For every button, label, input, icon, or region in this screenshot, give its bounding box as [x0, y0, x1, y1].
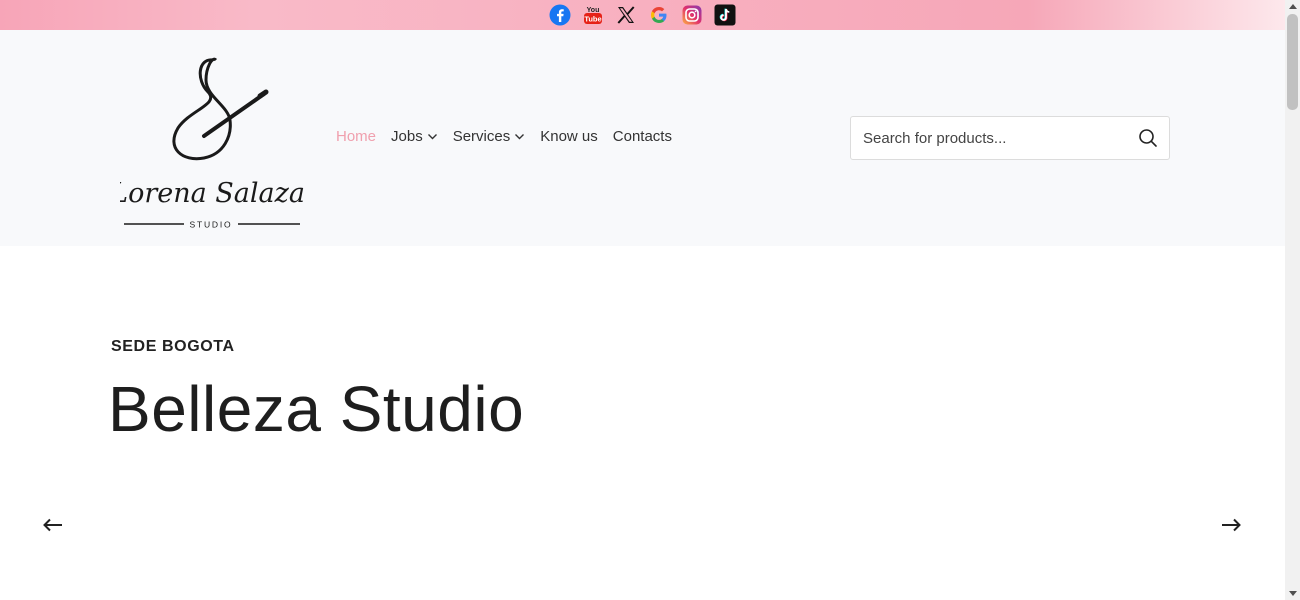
hero-eyebrow: SEDE BOGOTA — [111, 338, 235, 355]
x-icon[interactable] — [615, 4, 638, 27]
scroll-thumb[interactable] — [1287, 14, 1298, 110]
page-scrollbar[interactable] — [1285, 0, 1300, 600]
svg-text:You: You — [587, 7, 600, 14]
nav-home[interactable]: Home — [336, 128, 376, 145]
nav-services[interactable]: Services — [453, 128, 526, 145]
slider-prev-arrow-icon[interactable] — [42, 514, 64, 536]
nav-home-label: Home — [336, 128, 377, 145]
nav-contacts[interactable]: Contacts — [613, 128, 672, 145]
search-icon[interactable] — [1137, 127, 1159, 149]
nav-know-us[interactable]: Know us — [540, 128, 598, 145]
scroll-down-arrow-icon[interactable] — [1289, 591, 1297, 596]
nav-jobs-label: Jobs — [391, 128, 423, 145]
brand-logo[interactable]: Lorena Salazar STUDIO — [109, 50, 320, 236]
svg-text:Tube: Tube — [584, 15, 601, 24]
facebook-icon[interactable] — [549, 4, 572, 27]
nav-know-us-label: Know us — [540, 128, 598, 145]
logo-script-text: Lorena Salazar — [120, 178, 305, 209]
youtube-icon[interactable]: You Tube — [582, 4, 605, 27]
chevron-down-icon — [515, 134, 525, 140]
tiktok-icon[interactable] — [714, 4, 737, 27]
logo-sub-text: STUDIO — [190, 220, 233, 230]
nav-services-label: Services — [452, 128, 511, 145]
nav-jobs[interactable]: Jobs — [391, 128, 438, 145]
instagram-icon[interactable] — [681, 4, 704, 27]
social-bar: You Tube — [0, 0, 1285, 30]
scroll-up-arrow-icon[interactable] — [1289, 4, 1297, 9]
search-input[interactable] — [863, 129, 1137, 147]
site-header: Lorena Salazar STUDIO Home Jobs Services… — [0, 30, 1285, 246]
nav-contacts-label: Contacts — [612, 128, 672, 145]
page: You Tube orena Salaza STUDIO Home Jobs S… — [0, 0, 1285, 600]
search-box — [850, 116, 1170, 160]
main-nav: Home Jobs Services Know us Contacts — [336, 128, 672, 145]
hero-title: Belleza Studio — [108, 373, 525, 445]
google-icon[interactable] — [648, 4, 671, 27]
slider-next-arrow-icon[interactable] — [1220, 514, 1242, 536]
chevron-down-icon — [427, 134, 437, 140]
